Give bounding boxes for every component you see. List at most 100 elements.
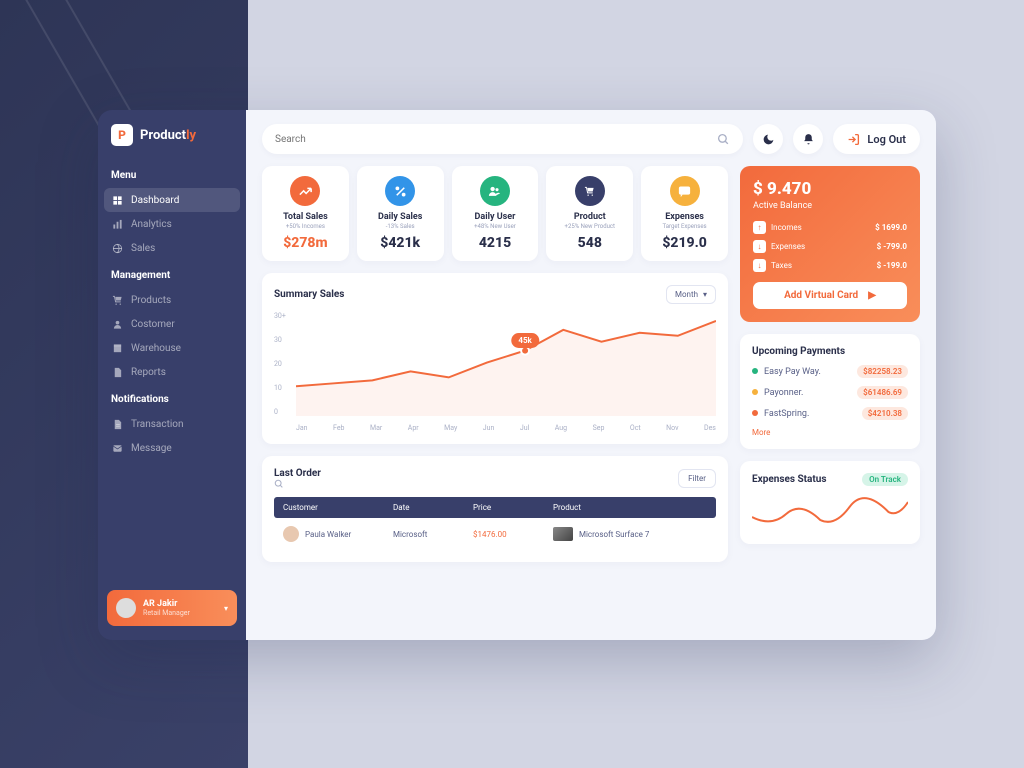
sidebar-item-label: Sales	[131, 243, 155, 254]
notifications-button[interactable]	[793, 124, 823, 154]
kpi-value: $421k	[363, 235, 438, 251]
theme-toggle[interactable]	[753, 124, 783, 154]
table-row[interactable]: Paula WalkerMicrosoft$1476.00Microsoft S…	[274, 518, 716, 550]
sidebar-item-transaction[interactable]: Transaction	[98, 412, 246, 436]
upcoming-title: Upcoming Payments	[752, 346, 908, 357]
down-icon: ↓	[753, 240, 766, 253]
sidebar-item-products[interactable]: Products	[98, 288, 246, 312]
bell-icon	[802, 133, 815, 146]
search-bar[interactable]	[262, 124, 743, 154]
sidebar-item-message[interactable]: Message	[98, 436, 246, 460]
avatar	[116, 598, 136, 618]
add-virtual-card-button[interactable]: Add Virtual Card▶	[753, 282, 907, 309]
sidebar-item-label: Costomer	[131, 319, 175, 330]
sidebar-item-dashboard[interactable]: Dashboard	[104, 188, 240, 212]
user-name: AR Jakir	[143, 599, 217, 609]
balance-row: ↓Expenses$ -799.0	[753, 240, 907, 253]
kpi-subtitle: -13% Sales	[363, 223, 438, 230]
period-dropdown[interactable]: Month▾	[666, 285, 716, 304]
user-role: Retail Manager	[143, 609, 217, 617]
kpi-card: Total Sales+50% Incomes$278m	[262, 166, 349, 261]
filter-button[interactable]: Filter	[678, 469, 716, 488]
grid-icon	[111, 194, 123, 206]
payment-label: Easy Pay Way.	[764, 367, 821, 377]
sidebar-item-sales[interactable]: Sales	[98, 236, 246, 260]
balance-row-label: Taxes	[771, 261, 792, 270]
payment-row: Payonner. $61486.69	[752, 386, 908, 399]
percent-icon	[385, 176, 415, 206]
search-input[interactable]	[275, 134, 717, 145]
sidebar-item-warehouse[interactable]: Warehouse	[98, 336, 246, 360]
balance-row-value: $ 1699.0	[875, 223, 907, 232]
summary-title: Summary Sales	[274, 289, 344, 300]
sidebar-item-label: Reports	[131, 367, 166, 378]
expenses-status-card: Expenses Status On Track	[740, 461, 920, 544]
balance-row-label: Incomes	[771, 223, 802, 232]
payment-row: FastSpring. $4210.38	[752, 407, 908, 420]
more-link[interactable]: More	[752, 428, 908, 437]
user-card[interactable]: AR Jakir Retail Manager ▾	[107, 590, 237, 626]
search-icon	[717, 133, 730, 146]
brand-name: Productly	[140, 128, 196, 143]
logout-button[interactable]: Log Out	[833, 124, 920, 154]
kpi-card: Product+25% New Product548	[546, 166, 633, 261]
status-badge: On Track	[862, 473, 908, 486]
product-image-icon	[553, 527, 573, 541]
expenses-status-title: Expenses Status	[752, 474, 827, 485]
up-icon: ↑	[753, 221, 766, 234]
expenses-sparkline	[752, 492, 908, 532]
sidebar-item-label: Products	[131, 295, 171, 306]
cart-icon	[111, 294, 123, 306]
kpi-title: Product	[552, 212, 627, 222]
summary-chart: 30+3020100 45k JanFebMarAprMayJunJulAugS…	[274, 312, 716, 432]
sidebar-item-label: Warehouse	[131, 343, 181, 354]
mail-icon	[111, 442, 123, 454]
trend-icon	[290, 176, 320, 206]
payment-amount: $4210.38	[862, 407, 908, 420]
dot-icon	[752, 389, 758, 395]
sidebar-item-analytics[interactable]: Analytics	[98, 212, 246, 236]
logout-label: Log Out	[867, 133, 906, 146]
chevron-down-icon: ▾	[224, 604, 228, 613]
payment-amount: $61486.69	[857, 386, 908, 399]
sidebar-section-title: Menu	[98, 160, 246, 188]
last-order-title: Last Order	[274, 468, 325, 489]
sidebar-item-label: Analytics	[131, 219, 172, 230]
cart-icon	[575, 176, 605, 206]
sidebar-item-costomer[interactable]: Costomer	[98, 312, 246, 336]
bar-icon	[111, 218, 123, 230]
sidebar-item-label: Dashboard	[131, 195, 179, 206]
payment-label: Payonner.	[764, 388, 803, 398]
summary-sales-card: Summary Sales Month▾ 30+3020100 45k JanF…	[262, 273, 728, 444]
logout-icon	[847, 133, 860, 146]
payment-row: Easy Pay Way. $82258.23	[752, 365, 908, 378]
kpi-subtitle: +48% New User	[458, 223, 533, 230]
table-header: Customer Date Price Product	[274, 497, 716, 518]
kpi-subtitle: +50% Incomes	[268, 223, 343, 230]
payment-label: FastSpring.	[764, 409, 809, 419]
dot-icon	[752, 410, 758, 416]
order-price: $1476.00	[473, 530, 553, 539]
sidebar-section-title: Management	[98, 260, 246, 288]
balance-amount: $ 9.470	[753, 179, 907, 199]
globe-icon	[111, 242, 123, 254]
balance-row-label: Expenses	[771, 242, 805, 251]
chat-icon	[670, 176, 700, 206]
product-name: Microsoft Surface 7	[579, 530, 649, 539]
sidebar-item-label: Message	[131, 443, 172, 454]
play-icon: ▶	[868, 290, 876, 301]
balance-row-value: $ -199.0	[877, 261, 907, 270]
down-icon: ↓	[753, 259, 766, 272]
kpi-card: Daily User+48% New User4215	[452, 166, 539, 261]
balance-row: ↓ Taxes $ -199.0	[753, 259, 907, 272]
user-icon	[111, 318, 123, 330]
search-icon[interactable]	[274, 479, 325, 489]
kpi-title: Daily User	[458, 212, 533, 222]
kpi-value: $219.0	[647, 235, 722, 251]
sidebar-item-reports[interactable]: Reports	[98, 360, 246, 384]
doc-icon	[111, 366, 123, 378]
payment-amount: $82258.23	[857, 365, 908, 378]
kpi-value: $278m	[268, 235, 343, 251]
last-order-card: Last Order Filter Customer Date Price Pr…	[262, 456, 728, 562]
topbar: Log Out	[262, 124, 920, 154]
